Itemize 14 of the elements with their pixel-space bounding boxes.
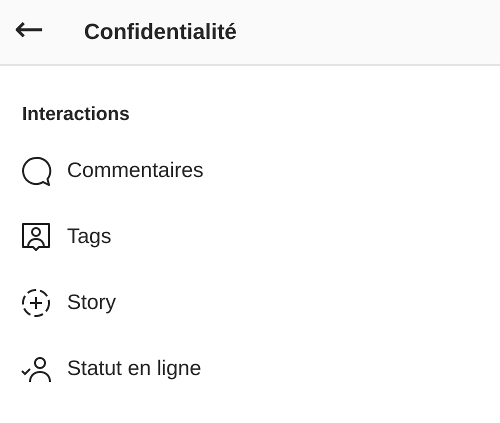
settings-item[interactable]: Commentaires [0,138,500,204]
settings-item[interactable]: Tags [0,204,500,270]
item-label: Tags [67,225,112,249]
person-tag-icon [20,221,52,253]
settings-item[interactable]: Statut en ligne [0,336,500,402]
item-label: Story [67,291,116,315]
settings-item[interactable]: Story [0,270,500,336]
back-button[interactable]: ← [0,12,72,52]
page-title: Confidentialité [84,19,237,45]
item-label: Commentaires [67,159,204,183]
dashed-plus-circle-icon [20,287,52,319]
section-title: Interactions [22,104,131,127]
speech-bubble-icon [20,155,52,187]
item-label: Statut en ligne [67,357,202,381]
